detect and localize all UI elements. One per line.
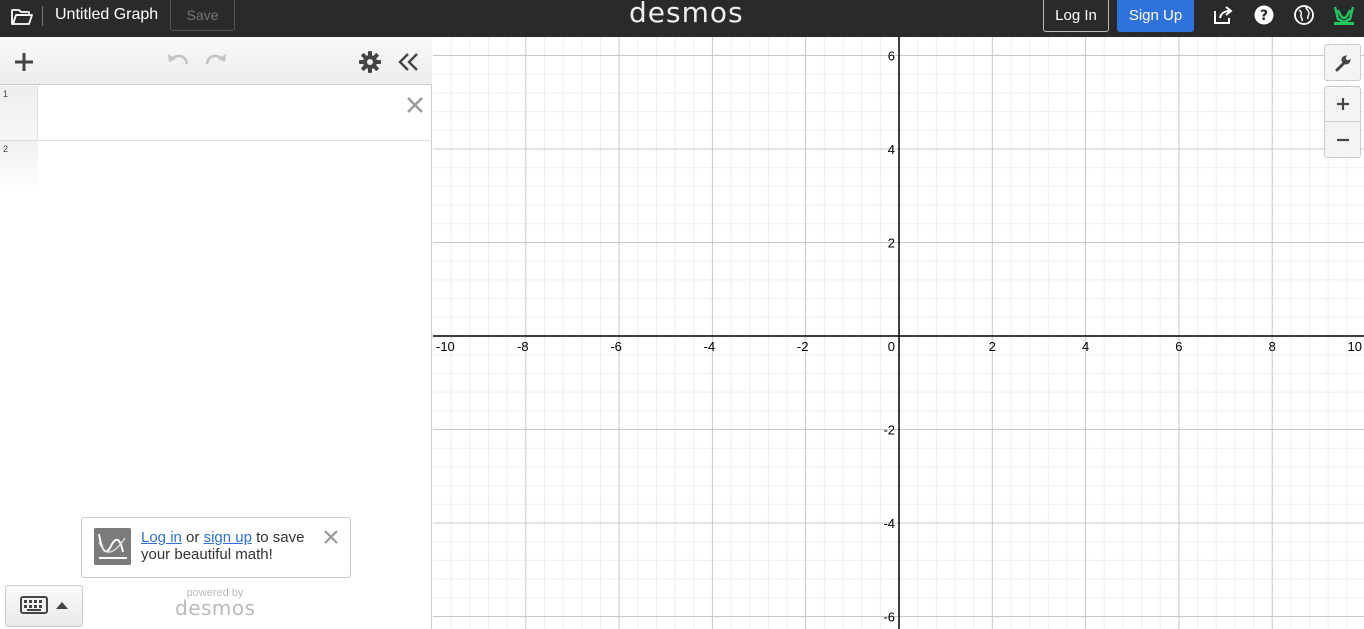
zoom-controls	[1324, 86, 1361, 158]
save-prompt-toast: Log in or sign up to save your beautiful…	[81, 517, 351, 578]
svg-text:?: ?	[1260, 8, 1268, 24]
zoom-out-button[interactable]	[1325, 122, 1360, 157]
folder-icon[interactable]	[10, 5, 34, 29]
y-tick-label: 4	[888, 142, 895, 157]
share-icon[interactable]	[1212, 4, 1234, 26]
undo-icon[interactable]	[165, 49, 191, 75]
help-icon[interactable]: ?	[1253, 4, 1275, 26]
caret-up-icon	[56, 602, 68, 609]
graph-title[interactable]: Untitled Graph	[55, 6, 158, 24]
login-link[interactable]: Log in	[141, 529, 182, 546]
collapse-chevron-icon[interactable]	[396, 49, 422, 75]
desmos-logo: desmos	[629, 0, 744, 29]
graph-settings-button[interactable]	[1325, 45, 1360, 80]
user-avatar-icon[interactable]	[1333, 4, 1355, 26]
or-text: or	[181, 529, 204, 546]
keyboard-toggle-button[interactable]	[5, 585, 83, 627]
settings-gear-icon[interactable]	[357, 49, 383, 75]
zoom-in-icon	[1336, 98, 1349, 110]
powered-by-desmos[interactable]: powered by desmos	[175, 587, 255, 620]
y-tick-label: 6	[888, 49, 895, 64]
y-tick-label: -6	[883, 610, 895, 625]
redo-icon[interactable]	[203, 49, 229, 75]
globe-icon[interactable]	[1293, 4, 1315, 26]
x-tick-label: 2	[989, 339, 996, 354]
graph-paper[interactable]: -10 -8 -6 -4 -2 0 2 4 6 8 10 6 4 2 -2 -4 -6	[433, 37, 1364, 629]
x-tick-label: 8	[1269, 339, 1276, 354]
expression-index: 2	[0, 141, 38, 191]
save-button[interactable]: Save	[170, 0, 235, 31]
zoom-in-button[interactable]	[1325, 87, 1360, 122]
login-button[interactable]: Log In	[1043, 0, 1109, 32]
graph-canvas[interactable]: -10 -8 -6 -4 -2 0 2 4 6 8 10 6 4 2 -2 -4 -6	[433, 37, 1364, 629]
y-tick-label: -4	[883, 516, 895, 531]
graph-settings-tool	[1324, 44, 1361, 81]
powered-logo: desmos	[175, 596, 256, 620]
add-icon[interactable]	[11, 49, 37, 75]
keyboard-icon	[20, 596, 48, 614]
x-tick-label: -6	[610, 339, 622, 354]
x-tick-label: -8	[517, 339, 529, 354]
zoom-out-icon	[1336, 138, 1349, 141]
x-tick-label: 4	[1082, 339, 1089, 354]
close-toast-icon[interactable]	[322, 528, 340, 546]
top-bar: Untitled Graph Save desmos Log In Sign U…	[0, 0, 1364, 37]
wrench-icon	[1335, 55, 1350, 71]
x-tick-label: 10	[1348, 339, 1362, 354]
delete-expression-icon[interactable]	[404, 94, 426, 116]
y-tick-label: -2	[883, 423, 895, 438]
expression-toolbar	[0, 37, 432, 85]
save-prompt-text: Log in or sign up to save your beautiful…	[141, 529, 326, 563]
desmos-graph-logo-icon	[94, 528, 131, 565]
y-tick-label: 2	[888, 236, 895, 251]
x-tick-label: -2	[797, 339, 809, 354]
title-separator	[42, 6, 43, 26]
expression-index: 1	[0, 86, 38, 140]
signup-button[interactable]: Sign Up	[1117, 0, 1194, 32]
expression-row[interactable]: 2	[0, 141, 432, 191]
x-tick-label: -4	[704, 339, 716, 354]
expression-panel: 1 2 Log in or sign up to save your beaut…	[0, 37, 432, 629]
signup-link[interactable]: sign up	[204, 529, 252, 546]
x-tick-label: 6	[1175, 339, 1182, 354]
x-tick-label: -10	[436, 339, 455, 354]
expression-row[interactable]: 1	[0, 86, 432, 141]
x-tick-label: 0	[888, 339, 895, 354]
